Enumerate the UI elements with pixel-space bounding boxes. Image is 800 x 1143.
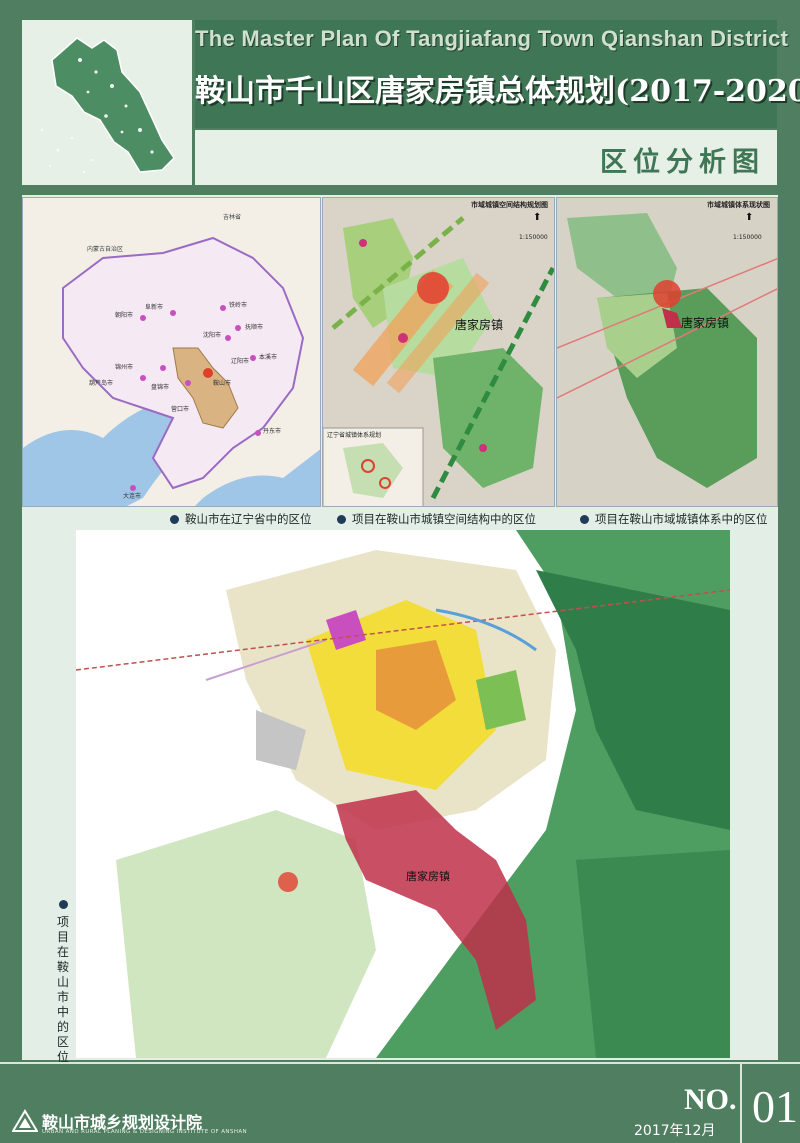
panjin-label: 盘锦市	[151, 384, 170, 391]
town-label: 唐家房镇	[406, 870, 450, 883]
dalian-label: 大连市	[123, 493, 142, 500]
spatial-structure-graphic	[323, 198, 554, 506]
jinzhou-label: 锦州市	[115, 364, 134, 371]
logo-panel	[22, 20, 192, 185]
bullet-dot-icon	[337, 514, 346, 524]
north-arrow-icon: ⬆	[533, 212, 542, 223]
caption-main-map: 项目在鞍山市中的区位	[56, 900, 70, 1065]
sheet-number-label: NO.	[684, 1083, 737, 1116]
benxi-label: 本溪市	[259, 354, 278, 361]
scale-label: 1:150000	[733, 234, 762, 241]
town-system-graphic	[557, 198, 777, 506]
main-map-graphic	[76, 530, 730, 1058]
scale-label: 1:150000	[519, 234, 548, 241]
fushun-label: 抚顺市	[245, 324, 264, 331]
date-label: 2017年12月	[634, 1123, 716, 1139]
dandong-label: 丹东市	[263, 428, 282, 435]
town-system-header: 市域城镇体系现状图	[707, 201, 770, 209]
huludao-label: 葫芦岛市	[89, 380, 114, 387]
bullet-dot-icon	[170, 514, 179, 524]
yingkou-label: 营口市	[171, 406, 190, 413]
caption-liaoning: 鞍山市在辽宁省中的区位	[170, 511, 312, 527]
north-arrow-icon: ⬆	[745, 212, 754, 223]
shenyang-label: 沈阳市	[203, 332, 222, 339]
english-title: The Master Plan Of Tangjiafang Town Qian…	[195, 26, 789, 51]
town-label: 唐家房镇	[455, 318, 504, 332]
caption-town-system: 项目在鞍山市域城镇体系中的区位	[580, 511, 768, 527]
footer-vertical-divider	[740, 1064, 742, 1143]
anshan-label: 鞍山市	[213, 380, 232, 387]
bullet-dot-icon	[580, 514, 589, 524]
inset-map-liaoning: 吉林省 内蒙古自治区 朝阳市 阜新市 锦州市 葫芦岛市 盘锦市 营口市 沈阳市 …	[22, 197, 321, 507]
caption-spatial-structure: 项目在鞍山市城镇空间结构中的区位	[337, 511, 536, 527]
triangle-emblem-icon	[11, 1109, 39, 1137]
inset-map-town-system: 市域城镇体系现状图 ⬆ 1:150000 唐家房镇	[556, 197, 778, 507]
liaoyang-label: 辽阳市	[231, 358, 250, 365]
region-silhouette-icon	[40, 37, 175, 174]
main-map: 唐家房镇	[76, 530, 730, 1058]
spatial-map-header: 市域城镇空间结构规划图	[471, 201, 548, 209]
tieling-label: 铁岭市	[229, 302, 248, 309]
page-subtitle: 区位分析图	[600, 147, 765, 178]
bullet-dot-icon	[58, 900, 68, 909]
chaoyang-label: 朝阳市	[115, 312, 134, 319]
organization-name-en: URBAN AND RURAL PLANING & DESIGNING INST…	[42, 1129, 248, 1135]
chinese-title: 鞍山市千山区唐家房镇总体规划(2017-2020)	[195, 74, 800, 109]
liaoning-inset-title: 辽宁省城镇体系规划	[327, 432, 382, 439]
town-label: 唐家房镇	[681, 316, 730, 330]
inner-mongolia-label: 内蒙古自治区	[87, 246, 124, 253]
inset-map-spatial-structure: 市域城镇空间结构规划图 ⬆ 1:150000 辽宁省城镇体系规划 唐家房镇	[322, 197, 555, 507]
sheet-number: 01	[752, 1081, 798, 1132]
fuxin-label: 阜新市	[145, 304, 164, 311]
footer-divider	[0, 1062, 800, 1064]
jilin-label: 吉林省	[223, 214, 242, 221]
